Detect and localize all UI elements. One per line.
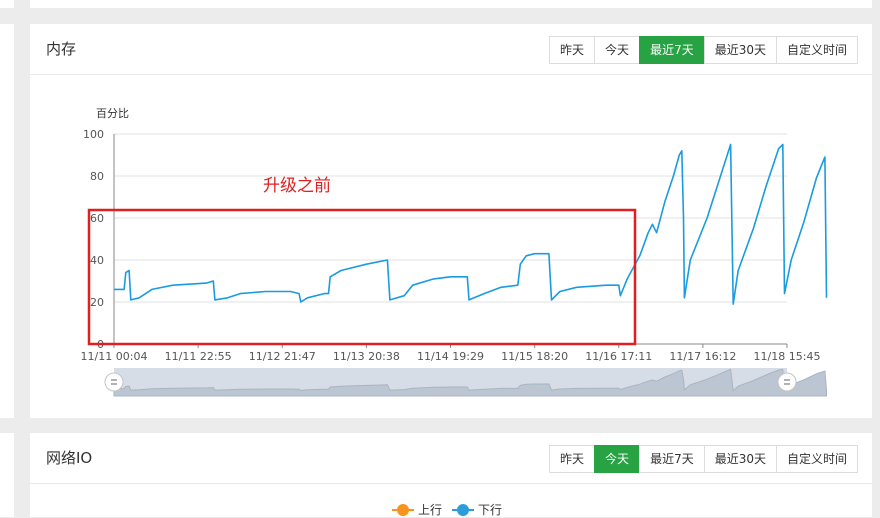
network-range-today-button[interactable]: 今天 <box>594 445 641 473</box>
memory-panel: 内存 昨天 今天 最近7天 最近30天 自定义时间 0 20 40 60 80 100 11… <box>30 24 872 418</box>
legend-upload-marker <box>392 503 414 516</box>
y-tick-label: 80 <box>90 170 104 183</box>
network-range-7days-button[interactable]: 最近7天 <box>639 445 705 473</box>
legend-item-download[interactable]: 下行 <box>452 501 502 518</box>
x-tick-label: 11/14 19:29 <box>417 350 484 363</box>
previous-panel-bottom <box>30 0 872 8</box>
zoom-handle-circle <box>777 372 797 392</box>
network-panel-header: 网络IO 昨天 今天 最近7天 最近30天 自定义时间 <box>30 433 872 484</box>
left-panel-edge-middle <box>0 24 14 418</box>
x-tick-label: 11/13 20:38 <box>333 350 400 363</box>
x-tick-label: 11/11 22:55 <box>165 350 232 363</box>
legend-download-label: 下行 <box>478 503 503 517</box>
x-tick-label: 11/15 18:20 <box>501 350 568 363</box>
highlight-box <box>87 208 637 346</box>
y-tick-label: 100 <box>83 128 104 141</box>
memory-series-line <box>114 143 828 305</box>
network-range-30days-button[interactable]: 最近30天 <box>703 445 777 473</box>
network-legend: 上行 下行 <box>392 501 512 518</box>
y-tick-label: 40 <box>90 254 104 267</box>
legend-download-marker <box>452 503 475 516</box>
network-panel: 网络IO 昨天 今天 最近7天 最近30天 自定义时间 上行 下行 <box>30 433 872 517</box>
y-tick-label: 20 <box>90 296 104 309</box>
x-tick-label: 11/16 17:11 <box>585 350 652 363</box>
network-panel-title: 网络IO <box>46 449 93 467</box>
zoom-handle-circle <box>104 372 124 392</box>
network-range-yesterday-button[interactable]: 昨天 <box>549 445 596 473</box>
annotation-label: 升级之前 <box>263 176 331 196</box>
zoom-handle-left[interactable] <box>104 372 124 392</box>
y-axis-label: 百分比 <box>96 107 129 120</box>
memory-line-chart: 02040608010011/11 00:04 11/11 22:55 11/12 … <box>81 107 828 397</box>
left-panel-edge-bottom <box>0 433 14 517</box>
left-panel-edge-top <box>0 0 14 8</box>
network-range-buttons: 昨天 今天 最近7天 最近30天 自定义时间 <box>549 445 858 473</box>
legend-item-upload[interactable]: 上行 <box>392 501 442 518</box>
x-tick-label: 11/11 00:04 <box>81 350 148 363</box>
legend-upload-label: 上行 <box>418 503 443 517</box>
x-tick-label: 11/12 21:47 <box>249 350 316 363</box>
y-tick-label: 60 <box>90 212 104 225</box>
x-tick-label: 11/17 16:12 <box>669 350 736 363</box>
zoom-handle-right[interactable] <box>777 372 797 392</box>
network-range-custom-button[interactable]: 自定义时间 <box>775 445 858 473</box>
x-tick-label: 11/18 15:45 <box>754 350 821 363</box>
